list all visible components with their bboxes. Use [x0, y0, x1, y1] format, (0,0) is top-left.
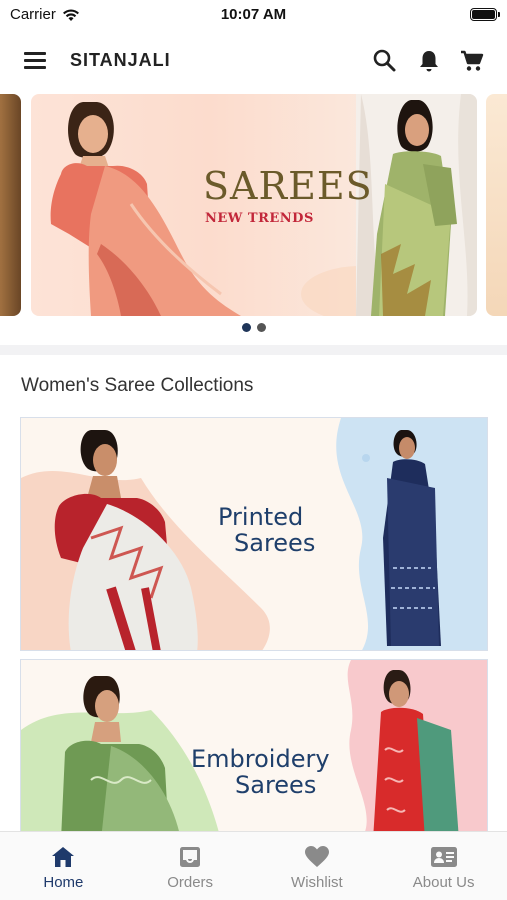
cart-icon[interactable]	[458, 47, 486, 75]
collection-card-printed-sarees[interactable]: Printed Sarees	[20, 417, 488, 651]
banner-slide-next[interactable]	[486, 94, 507, 316]
section-divider	[0, 345, 507, 355]
home-icon	[52, 847, 75, 867]
collection-label-line1: Embroidery	[191, 745, 330, 773]
collection-label-line2: Sarees	[234, 529, 316, 557]
nav-label-about-us: About Us	[412, 874, 475, 891]
collection-label-line2: Sarees	[235, 771, 317, 799]
carousel-pagination	[0, 323, 507, 337]
nav-label-wishlist: Wishlist	[291, 874, 343, 891]
collection-label-embroidery: Embroidery Sarees	[191, 746, 330, 798]
nav-item-wishlist[interactable]: Wishlist	[254, 832, 381, 900]
bottom-navigation: Home Orders Wishlist About Us	[0, 831, 507, 900]
search-icon[interactable]	[371, 47, 399, 75]
app-title: SITANJALI	[70, 50, 171, 70]
banner-title: SAREES	[203, 164, 373, 208]
bell-icon[interactable]	[415, 47, 443, 75]
battery-icon	[470, 8, 500, 21]
collection-card-embroidery-sarees[interactable]: Embroidery Sarees	[20, 659, 488, 839]
carousel-dot-1[interactable]	[241, 323, 251, 332]
status-bar: Carrier 10:07 AM	[0, 0, 507, 30]
banner-carousel[interactable]: SAREES NEW TRENDS	[0, 94, 507, 316]
nav-label-home: Home	[43, 874, 84, 891]
contact-card-icon	[430, 847, 457, 867]
collection-label-line1: Printed	[218, 503, 304, 531]
section-title: Women's Saree Collections	[21, 375, 254, 396]
status-time: 10:07 AM	[220, 6, 287, 23]
menu-button[interactable]	[22, 48, 48, 72]
nav-item-orders[interactable]: Orders	[127, 832, 254, 900]
heart-icon	[304, 846, 329, 867]
banner-slide-sarees[interactable]: SAREES NEW TRENDS	[31, 94, 477, 316]
carousel-dot-2[interactable]	[256, 323, 266, 332]
inbox-icon	[180, 847, 201, 867]
banner-subtitle: NEW TRENDS	[205, 211, 314, 226]
nav-item-home[interactable]: Home	[0, 832, 127, 900]
collection-label-printed: Printed Sarees	[218, 504, 315, 556]
app-bar: SITANJALI	[0, 30, 507, 90]
nav-label-orders: Orders	[167, 874, 214, 891]
banner-slide-previous[interactable]	[0, 94, 21, 316]
nav-item-about-us[interactable]: About Us	[380, 832, 507, 900]
